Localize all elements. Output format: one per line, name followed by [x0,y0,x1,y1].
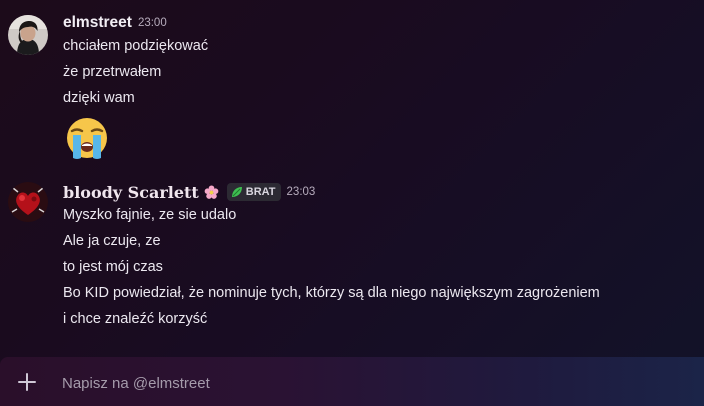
message-text: Ale ja czuje, ze [63,233,161,249]
message-input[interactable] [62,373,662,393]
plus-icon[interactable] [16,371,38,393]
message-text: Bo KID powiedział, że nominuje tych, któ… [63,285,600,301]
timestamp[interactable]: 23:00 [138,17,167,29]
message-header: elmstreet 23:00 [63,12,167,34]
message-text: dzięki wam [63,90,135,106]
message-text: i chce znaleźć korzyść [63,311,208,327]
user-avatar-photo-icon [8,15,48,55]
cherry-blossom-icon [204,184,219,200]
avatar[interactable] [8,182,48,222]
author-name[interactable]: elmstreet [63,14,132,32]
red-heart-avatar-icon [8,182,48,222]
server-tag-label: BRAT [245,186,276,198]
message-text: chciałem podziękować [63,38,209,54]
message-text: że przetrwałem [63,64,162,80]
leaf-icon [231,187,242,197]
timestamp[interactable]: 23:03 [287,186,316,198]
loudly-crying-face-emoji[interactable] [63,114,111,162]
message-composer [0,357,704,406]
message-text: Myszko fajnie, ze sie udalo [63,207,237,223]
server-tag-badge[interactable]: BRAT [226,183,281,201]
author-name[interactable]: bloody Scarlett [63,183,199,202]
message-text: to jest mój czas [63,259,163,275]
avatar[interactable] [8,15,48,55]
message-header: bloody Scarlett BRAT 23:03 [63,181,315,203]
chat-messages: elmstreet 23:00 chciałem podziękować że … [0,0,704,356]
